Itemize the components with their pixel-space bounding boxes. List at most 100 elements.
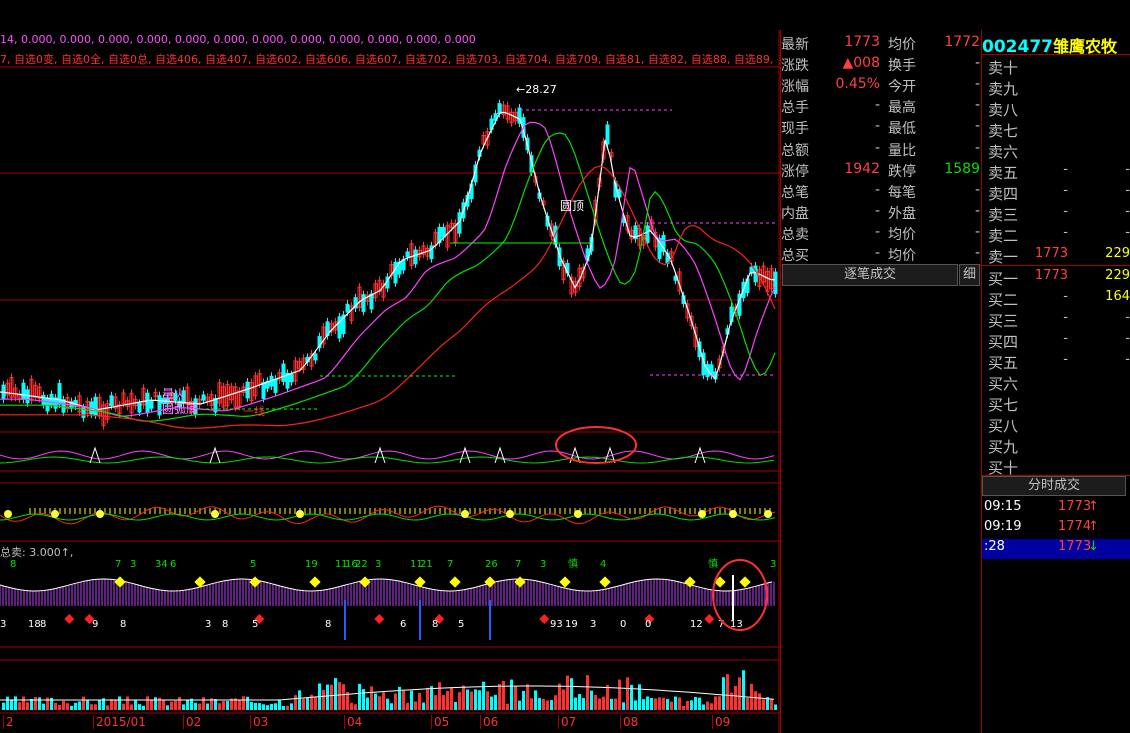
ind3-bottom-number: 0 [645,619,651,630]
volume-bar [754,691,757,710]
ind3-top-number: 7 [515,559,521,570]
ind3-diamond [599,576,611,588]
orderbook-row[interactable]: 卖二 - - [988,225,1130,246]
ind2-star [4,510,12,518]
quote-value: - [874,223,880,240]
orderbook-row[interactable]: 买九 [988,436,1130,457]
time-axis-label: 2015/01 [93,715,146,729]
orderbook-row[interactable]: 买一 1773 229 [988,268,1130,289]
volume-bar [526,684,529,710]
ind3-bottom-number: 8 [222,619,228,630]
volume-bar [594,694,597,710]
candle-body [93,396,98,416]
volume-bar [286,705,289,710]
orderbook-row[interactable]: 卖九 [988,78,1130,99]
volume-bar [726,674,729,710]
volume-bar [390,703,393,710]
ind3-top-number: 8 [10,559,16,570]
quote-value: - [874,97,880,114]
trade-price: 1773 [1058,539,1092,554]
volume-bar [522,690,525,710]
volume-bar [422,702,425,710]
orderbook-row[interactable]: 买八 [988,415,1130,436]
time-trade-row[interactable]: 09:19 1774 ↑ [982,519,1130,539]
orderbook-row[interactable]: 卖三 - - [988,204,1130,225]
quote-label: 量比 [888,142,916,159]
volume-bar [350,702,353,710]
orderbook-row[interactable]: 卖四 - - [988,183,1130,204]
orderbook-row[interactable]: 买四 - - [988,331,1130,352]
volume-bar [738,677,741,710]
volume-bar [474,689,477,710]
ind3-diamond [114,576,126,588]
time-axis-label: 05 [431,715,449,729]
orderbook-label: 买一 [988,269,1019,288]
orderbook-row[interactable]: 买二 - 164 [988,289,1130,310]
volume-bar [94,704,97,710]
chart-area[interactable]: 14, 0.000, 0.000, 0.000, 0.000, 0.000, 0… [0,0,780,733]
volume-bar [238,699,241,710]
volume-bar [170,701,173,710]
ind1-marker [374,446,386,464]
volume-bar [562,689,565,710]
quote-panel [780,30,981,733]
orderbook-label: 买二 [988,290,1019,309]
volume-bar [610,698,613,710]
volume-bar [354,704,357,710]
orderbook-volume: - [1125,204,1130,220]
orderbook-label: 买五 [988,353,1019,372]
time-trade-row[interactable]: 09:15 1773 ↑ [982,499,1130,519]
orderbook-price: - [1063,330,1068,346]
orderbook-row[interactable]: 买五 - - [988,352,1130,373]
volume-bar [266,705,269,710]
orderbook-row[interactable]: 买三 - - [988,310,1130,331]
volume-bars [0,670,777,710]
volume-bar [382,692,385,710]
volume-bar [762,699,765,710]
ind1-marker [89,446,101,464]
time-axis-label: 08 [620,715,638,729]
indicator2-label: 总卖: 3.000↑, [0,546,74,559]
candle-body [41,394,46,406]
orderbook-label: 卖七 [988,122,1019,141]
time-trades-title[interactable]: 分时成交 [982,476,1126,496]
volume-bar [202,697,205,710]
orderbook-volume: - [1125,183,1130,199]
tab-trade-details[interactable]: 逐笔成交 [782,264,958,286]
volume-bar [682,705,685,710]
volume-bar [430,686,433,710]
volume-bar [298,690,301,710]
orderbook-row[interactable]: 买七 [988,394,1130,415]
volume-bar [370,686,373,710]
quote-value: - [974,97,980,114]
orderbook-row[interactable]: 卖八 [988,99,1130,120]
orderbook-label: 买四 [988,332,1019,351]
orderbook-row[interactable]: 卖五 - - [988,162,1130,183]
tab-detail[interactable]: 细 [959,264,980,286]
ind1-marker [494,446,506,464]
ind3-bottom-number: 19 [565,619,578,630]
volume-bar [262,704,265,710]
ind2-line-2 [0,513,776,521]
volume-bar [226,701,229,710]
volume-bar [174,700,177,710]
volume-bar [494,694,497,710]
orderbook-row[interactable]: 卖六 [988,141,1130,162]
quote-label: 外盘 [888,205,916,222]
volume-bar [546,700,549,710]
ind3-diamond [559,576,571,588]
volume-bar [274,703,277,710]
volume-bar [558,683,561,710]
ind3-bottom-number: 3 [590,619,596,630]
orderbook-row[interactable]: 卖十 [988,57,1130,78]
volume-bar [518,700,521,710]
time-trade-row[interactable]: :28 1773 ↓ [982,539,1130,559]
ind3-top-number: 4 [600,559,606,570]
volume-bar [26,702,29,710]
quote-label: 今开 [888,79,916,96]
reference-lines [200,109,775,410]
orderbook-row[interactable]: 买六 [988,373,1130,394]
volume-bar [538,698,541,710]
orderbook-row[interactable]: 卖七 [988,120,1130,141]
pattern-lianghuo: 量火 [162,387,186,401]
